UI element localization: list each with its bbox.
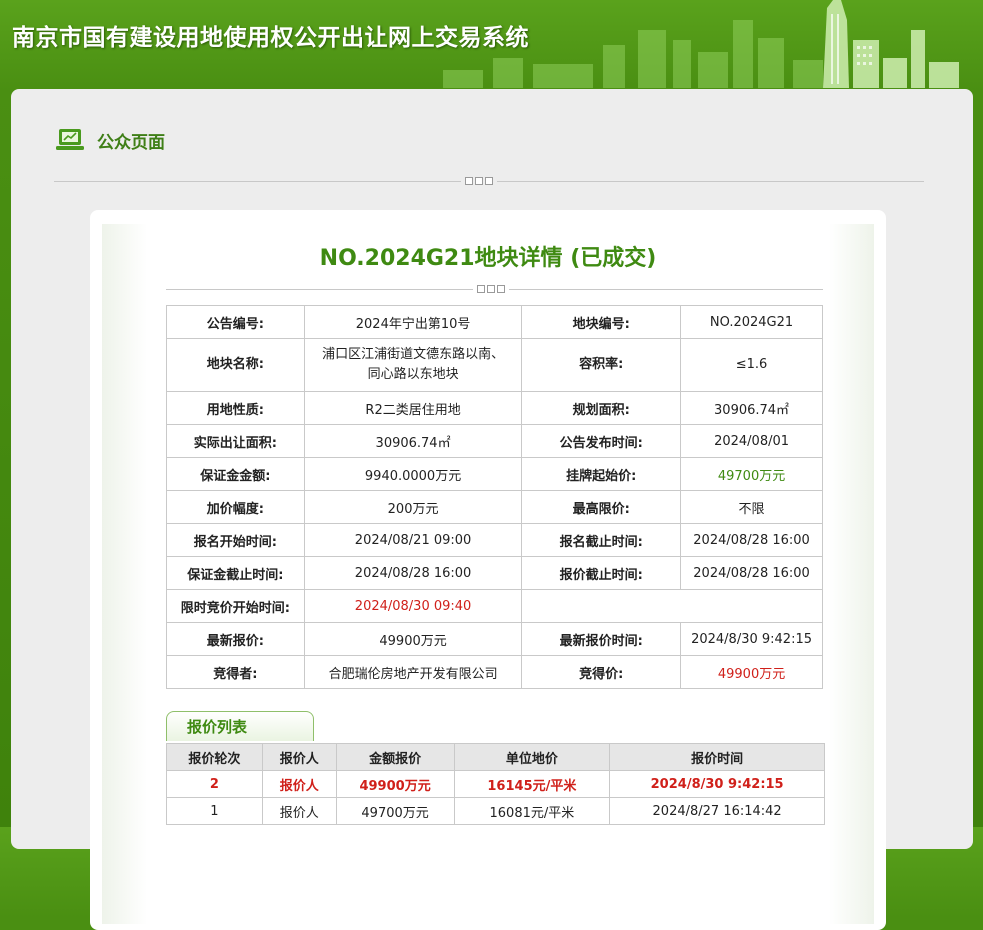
parcel-info-table: 公告编号: 2024年宁出第10号 地块编号: NO.2024G21 地块名称:… [166,305,823,689]
info-label: 地块名称: [166,338,305,392]
info-value: 30906.74㎡ [303,424,523,458]
bid-amount: 49700万元 [335,797,455,825]
title-divider-ornament [473,285,509,293]
info-label: 用地性质: [166,391,305,425]
panel-header: 公众页面 [55,125,165,155]
info-label: 报名开始时间: [166,523,305,557]
info-row: 保证金截止时间: 2024/08/28 16:00 报价截止时间: 2024/0… [166,556,823,590]
timed-bidding-start-value: 2024/08/30 09:40 [303,589,523,623]
info-label: 竞得者: [166,655,305,689]
info-row: 用地性质: R2二类居住用地 规划面积: 30906.74㎡ [166,391,823,425]
info-row: 保证金金额: 9940.0000万元 挂牌起始价: 49700万元 [166,457,823,491]
info-value: 2024/08/21 09:00 [303,523,523,557]
empty-cell [521,589,823,623]
info-row: 竞得者: 合肥瑞伦房地产开发有限公司 竞得价: 49900万元 [166,655,823,689]
starting-price-value: 49700万元 [680,457,823,491]
column-header: 报价轮次 [166,743,263,771]
info-row: 限时竞价开始时间: 2024/08/30 09:40 [166,589,823,623]
unit-price: 16081元/平米 [453,797,611,825]
column-header: 金额报价 [335,743,455,771]
bid-time: 2024/8/30 9:42:15 [609,770,825,798]
info-value: ≤1.6 [680,338,823,392]
info-label: 规划面积: [521,391,682,425]
info-row: 加价幅度: 200万元 最高限价: 不限 [166,490,823,524]
info-label: 报名截止时间: [521,523,682,557]
winner-value: 合肥瑞伦房地产开发有限公司 [303,655,523,689]
info-label: 保证金金额: [166,457,305,491]
info-value: 2024/08/28 16:00 [680,556,823,590]
info-label: 最新报价: [166,622,305,656]
winning-price-value: 49900万元 [680,655,823,689]
column-header: 报价时间 [609,743,825,771]
info-label: 容积率: [521,338,682,392]
tab-bid-list[interactable]: 报价列表 [166,711,314,741]
info-value: 200万元 [303,490,523,524]
info-value: 30906.74㎡ [680,391,823,425]
bid-round: 1 [166,797,263,825]
bid-table-header: 报价轮次 报价人 金额报价 单位地价 报价时间 [166,743,825,771]
bid-list-table: 报价轮次 报价人 金额报价 单位地价 报价时间 2 报价人 49900万元 16… [166,743,825,825]
info-row: 公告编号: 2024年宁出第10号 地块编号: NO.2024G21 [166,305,823,339]
bidder: 报价人 [261,770,337,798]
info-label: 报价截止时间: [521,556,682,590]
info-value: 49900万元 [303,622,523,656]
bid-round: 2 [166,770,263,798]
content-panel: 公众页面 NO.2024G21地块详情 (已成交) 公告编号: 2024年宁出第… [11,89,973,930]
bid-time: 2024/8/27 16:14:42 [609,797,825,825]
info-value: 浦口区江浦街道文德东路以南、同心路以东地块 [303,338,523,392]
info-label: 最高限价: [521,490,682,524]
info-value: 2024年宁出第10号 [303,305,523,339]
info-label: 公告发布时间: [521,424,682,458]
info-label: 限时竞价开始时间: [166,589,305,623]
divider-ornament [461,177,497,185]
info-label: 地块编号: [521,305,682,339]
column-header: 单位地价 [453,743,611,771]
info-row: 最新报价: 49900万元 最新报价时间: 2024/8/30 9:42:15 [166,622,823,656]
info-value: 2024/08/28 16:00 [303,556,523,590]
info-label: 最新报价时间: [521,622,682,656]
info-value: 2024/08/28 16:00 [680,523,823,557]
panel-title: 公众页面 [97,132,165,153]
detail-card: NO.2024G21地块详情 (已成交) 公告编号: 2024年宁出第10号 地… [90,210,886,930]
info-value: 2024/08/01 [680,424,823,458]
info-value: NO.2024G21 [680,305,823,339]
info-label: 加价幅度: [166,490,305,524]
unit-price: 16145元/平米 [453,770,611,798]
info-label: 竞得价: [521,655,682,689]
detail-card-body: NO.2024G21地块详情 (已成交) 公告编号: 2024年宁出第10号 地… [102,224,874,924]
city-skyline-decoration [443,0,959,88]
info-label: 公告编号: [166,305,305,339]
site-header: 南京市国有建设用地使用权公开出让网上交易系统 [0,0,983,88]
table-row: 2 报价人 49900万元 16145元/平米 2024/8/30 9:42:1… [166,770,825,798]
info-label: 挂牌起始价: [521,457,682,491]
info-row: 实际出让面积: 30906.74㎡ 公告发布时间: 2024/08/01 [166,424,823,458]
info-value: 不限 [680,490,823,524]
info-value: 9940.0000万元 [303,457,523,491]
info-value: R2二类居住用地 [303,391,523,425]
table-row: 1 报价人 49700万元 16081元/平米 2024/8/27 16:14:… [166,797,825,825]
info-row: 地块名称: 浦口区江浦街道文德东路以南、同心路以东地块 容积率: ≤1.6 [166,338,823,392]
info-row: 报名开始时间: 2024/08/21 09:00 报名截止时间: 2024/08… [166,523,823,557]
bid-amount: 49900万元 [335,770,455,798]
info-label: 保证金截止时间: [166,556,305,590]
column-header: 报价人 [261,743,337,771]
parcel-detail-title: NO.2024G21地块详情 (已成交) [319,246,657,271]
info-value: 2024/8/30 9:42:15 [680,622,823,656]
bidder: 报价人 [261,797,337,825]
info-label: 实际出让面积: [166,424,305,458]
laptop-icon [56,129,84,150]
